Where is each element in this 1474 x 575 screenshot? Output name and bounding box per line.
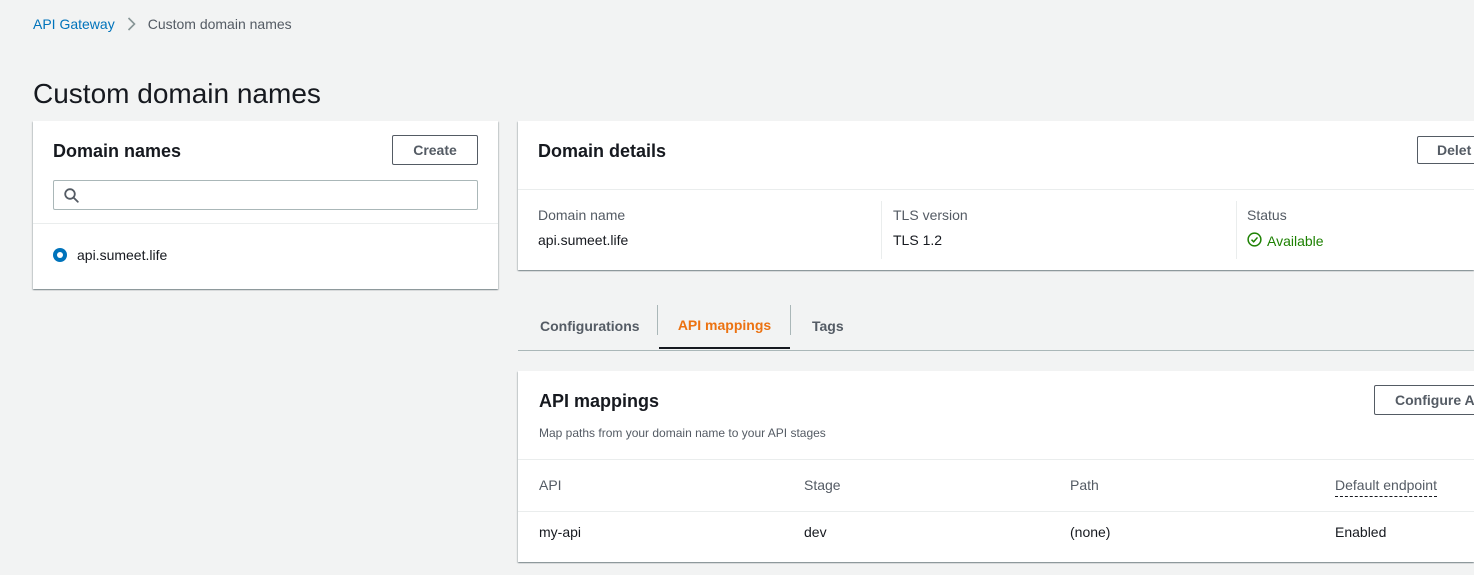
tab-separator (790, 305, 791, 335)
breadcrumb-api-gateway-link[interactable]: API Gateway (33, 16, 115, 32)
tls-version-label: TLS version (893, 207, 968, 223)
page-title: Custom domain names (33, 78, 321, 109)
column-header-path: Path (1070, 477, 1099, 493)
api-mappings-description: Map paths from your domain name to your … (539, 426, 826, 440)
tab-configurations[interactable]: Configurations (540, 303, 640, 349)
column-separator (881, 201, 882, 259)
domain-list-item[interactable]: api.sumeet.life (53, 247, 167, 263)
path-value: (none) (1070, 524, 1111, 540)
domain-details-heading: Domain details (538, 141, 667, 161)
tab-bar: Configurations API mappings Tags (518, 303, 1474, 351)
api-mappings-heading: API mappings (539, 391, 660, 411)
column-header-api: API (539, 477, 562, 493)
search-input[interactable] (88, 181, 472, 211)
search-icon (64, 188, 79, 208)
tab-tags[interactable]: Tags (812, 303, 844, 349)
status-value: Available (1267, 233, 1324, 249)
domain-names-heading: Domain names (53, 141, 182, 161)
stage-link[interactable]: dev (804, 524, 827, 540)
column-separator (1236, 201, 1237, 259)
domain-search-field (53, 180, 478, 211)
default-endpoint-info-link[interactable]: Default endpoint (1335, 477, 1437, 497)
check-circle-icon (1247, 232, 1262, 250)
table-row: my-api dev (none) Enabled (518, 511, 1474, 562)
divider (518, 189, 1474, 190)
delete-button[interactable]: Delet (1417, 136, 1474, 164)
radio-selected-icon[interactable] (53, 248, 67, 262)
tls-version-value: TLS 1.2 (893, 232, 943, 248)
column-header-default-endpoint: Default endpoint (1335, 477, 1437, 497)
tab-api-mappings[interactable]: API mappings (659, 303, 790, 349)
create-button[interactable]: Create (392, 135, 478, 165)
column-header-stage: Stage (804, 477, 841, 493)
configure-api-mappings-button[interactable]: Configure A (1374, 385, 1474, 415)
default-endpoint-value: Enabled (1335, 524, 1387, 540)
tab-separator (657, 305, 658, 335)
chevron-right-icon (127, 17, 136, 31)
breadcrumb: API Gateway Custom domain names (33, 16, 292, 32)
domain-names-panel: Domain names Create api.sumeet.life (33, 121, 498, 289)
domain-name-label: Domain name (538, 207, 626, 223)
divider (518, 459, 1474, 460)
domain-name-value: api.sumeet.life (538, 232, 629, 248)
breadcrumb-current: Custom domain names (147, 16, 292, 32)
api-link[interactable]: my-api (539, 524, 581, 540)
status-badge: Available (1247, 232, 1324, 250)
domain-details-panel: Domain details Delet Domain name api.sum… (518, 121, 1474, 270)
domain-list-item-label: api.sumeet.life (77, 247, 168, 263)
divider (33, 223, 498, 224)
api-mappings-panel: API mappings Map paths from your domain … (518, 371, 1474, 562)
status-label: Status (1247, 207, 1287, 223)
